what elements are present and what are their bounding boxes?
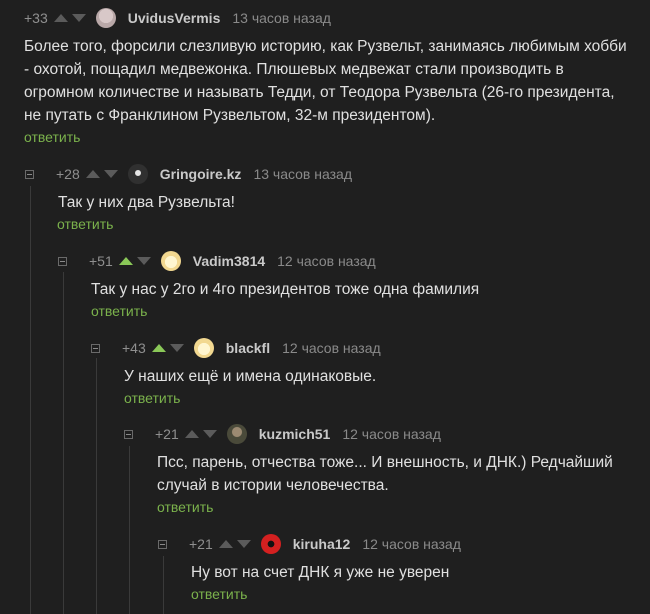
comment-time: 12 часов назад <box>342 426 441 442</box>
downvote-icon[interactable] <box>169 344 184 352</box>
comment-rating: +21 <box>189 536 213 552</box>
comment-rating: +21 <box>155 426 179 442</box>
avatar[interactable] <box>95 8 116 28</box>
comment-header: +21 kiruha12 12 часов назад <box>158 533 638 555</box>
comment: +51 Vadim3814 12 часов назад Так у нас у… <box>58 250 638 321</box>
avatar[interactable] <box>193 338 214 358</box>
comment-header: +51 Vadim3814 12 часов назад <box>58 250 638 272</box>
reply-link[interactable]: ответить <box>91 303 147 319</box>
reply-link[interactable]: ответить <box>124 390 180 406</box>
downvote-icon[interactable] <box>103 170 118 178</box>
comment-header: +43 blackfl 12 часов назад <box>91 337 641 359</box>
comment-header: +33 UvidusVermis 13 часов назад <box>24 7 644 29</box>
reply-link[interactable]: ответить <box>157 499 213 515</box>
comment-header: +28 Gringoire.kz 13 часов назад <box>25 163 625 185</box>
avatar[interactable] <box>226 424 247 444</box>
upvote-icon[interactable] <box>85 170 100 178</box>
reply-link[interactable]: ответить <box>24 129 80 145</box>
comment-rating: +33 <box>24 10 48 26</box>
collapse-icon[interactable] <box>124 429 133 439</box>
comment-text: У наших ещё и имена одинаковые. <box>124 368 377 385</box>
comment-time: 12 часов назад <box>282 340 381 356</box>
thread-line <box>30 186 31 614</box>
downvote-icon[interactable] <box>71 14 86 22</box>
comment: +21 kiruha12 12 часов назад Ну вот на сч… <box>158 533 638 604</box>
upvote-icon[interactable] <box>184 430 199 438</box>
upvote-icon[interactable] <box>151 344 166 352</box>
downvote-icon[interactable] <box>202 430 217 438</box>
comment-text: Более того, форсили слезливую историю, к… <box>24 38 627 124</box>
thread-line <box>63 272 64 614</box>
avatar[interactable] <box>160 251 181 271</box>
avatar[interactable] <box>127 164 148 184</box>
comment-rating: +43 <box>122 340 146 356</box>
comment-time: 13 часов назад <box>232 10 331 26</box>
upvote-icon[interactable] <box>218 540 233 548</box>
reply-link[interactable]: ответить <box>191 586 247 602</box>
comment: +21 kuzmich51 12 часов назад Псс, парень… <box>124 423 644 517</box>
downvote-icon[interactable] <box>236 540 251 548</box>
comment-rating: +51 <box>89 253 113 269</box>
comment-username[interactable]: UvidusVermis <box>128 10 221 26</box>
reply-link[interactable]: ответить <box>57 216 113 232</box>
collapse-icon[interactable] <box>158 539 167 549</box>
comment-time: 12 часов назад <box>362 536 461 552</box>
collapse-icon[interactable] <box>25 169 34 179</box>
comment: +43 blackfl 12 часов назад У наших ещё и… <box>91 337 641 408</box>
upvote-icon[interactable] <box>53 14 68 22</box>
comment-username[interactable]: kuzmich51 <box>259 426 331 442</box>
comment-username[interactable]: Vadim3814 <box>193 253 265 269</box>
comment-header: +21 kuzmich51 12 часов назад <box>124 423 644 445</box>
comment: +33 UvidusVermis 13 часов назад Более то… <box>24 7 644 147</box>
collapse-icon[interactable] <box>58 256 67 266</box>
downvote-icon[interactable] <box>136 257 151 265</box>
comment: +28 Gringoire.kz 13 часов назад Так у ни… <box>25 163 625 234</box>
comment-text: Так у них два Рузвельта! <box>58 194 235 211</box>
comment-username[interactable]: kiruha12 <box>293 536 351 552</box>
comment-text: Псс, парень, отчества тоже... И внешност… <box>157 454 613 494</box>
avatar[interactable] <box>260 534 281 554</box>
comment-text: Так у нас у 2го и 4го президентов тоже о… <box>91 281 480 298</box>
comment-text: Ну вот на счет ДНК я уже не уверен <box>191 564 450 581</box>
comment-time: 12 часов назад <box>277 253 376 269</box>
comment-username[interactable]: Gringoire.kz <box>160 166 242 182</box>
comment-time: 13 часов назад <box>253 166 352 182</box>
upvote-icon[interactable] <box>118 257 133 265</box>
comment-username[interactable]: blackfl <box>226 340 270 356</box>
comment-rating: +28 <box>56 166 80 182</box>
collapse-icon[interactable] <box>91 343 100 353</box>
